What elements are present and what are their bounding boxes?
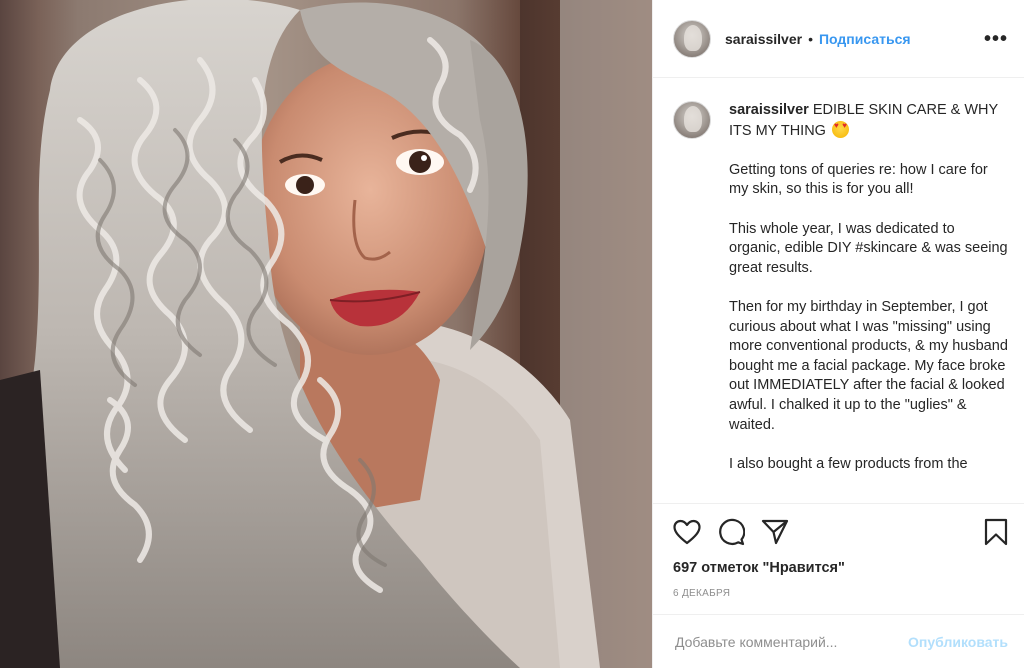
more-options-icon[interactable]: •••	[984, 29, 1008, 49]
heart-icon[interactable]	[673, 519, 701, 545]
publish-button[interactable]: Опубликовать	[908, 634, 1008, 650]
post-sidebar: saraissilver • Подписаться ••• saraissil…	[652, 0, 1024, 668]
post-photo[interactable]	[0, 0, 652, 668]
star-struck-emoji-icon	[831, 120, 849, 138]
caption-text: saraissilver EDIBLE SKIN CARE & WHY ITS …	[729, 101, 1008, 494]
caption-paragraph: I also bought a few products from the	[729, 455, 968, 472]
post-date[interactable]: 6 ДЕКАБРЯ	[673, 588, 1008, 599]
caption-paragraph: Then for my birthday in September, I got…	[729, 298, 1008, 433]
caption-username[interactable]: saraissilver	[729, 102, 809, 118]
caption-avatar[interactable]	[673, 101, 711, 139]
comment-icon[interactable]	[717, 518, 745, 546]
caption-row: saraissilver EDIBLE SKIN CARE & WHY ITS …	[673, 101, 1008, 494]
actions-area: 697 отметок "Нравится" 6 ДЕКАБРЯ Опублик…	[653, 503, 1024, 668]
bookmark-icon[interactable]	[984, 518, 1008, 546]
share-icon[interactable]	[761, 518, 789, 546]
follow-button[interactable]: Подписаться	[819, 31, 911, 47]
instagram-post: saraissilver • Подписаться ••• saraissil…	[0, 0, 1024, 668]
caption-area[interactable]: saraissilver EDIBLE SKIN CARE & WHY ITS …	[653, 79, 1024, 503]
avatar[interactable]	[673, 19, 711, 58]
caption-paragraph: This whole year, I was dedicated to orga…	[729, 220, 1008, 276]
action-icons	[673, 504, 1008, 560]
comment-input[interactable]	[673, 632, 909, 651]
comment-box: Опубликовать	[653, 614, 1024, 668]
selfie-illustration	[0, 0, 652, 668]
likes-count[interactable]: 697 отметок "Нравится"	[673, 560, 1008, 576]
header-username[interactable]: saraissilver	[725, 31, 802, 47]
post-header: saraissilver • Подписаться •••	[653, 0, 1024, 78]
caption-paragraph: Getting tons of queries re: how I care f…	[729, 161, 988, 198]
separator-dot: •	[808, 30, 813, 47]
